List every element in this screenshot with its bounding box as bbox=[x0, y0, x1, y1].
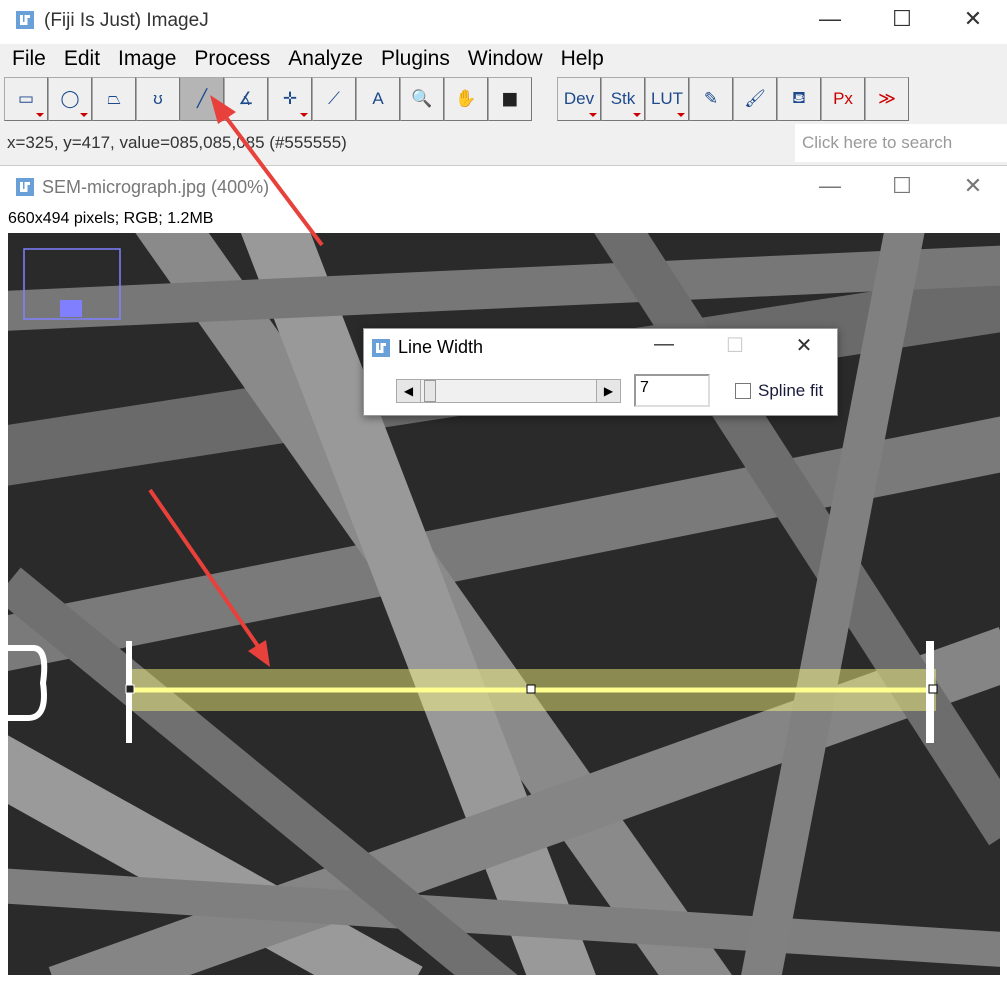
close-button[interactable]: ✕ bbox=[953, 6, 993, 32]
text-tool-icon: A bbox=[372, 89, 384, 108]
line-handle-middle[interactable] bbox=[526, 684, 536, 694]
fiji-logo-icon bbox=[16, 11, 34, 29]
slider-left-arrow-icon[interactable]: ◀ bbox=[397, 380, 421, 402]
more-tools-button[interactable]: ≫ bbox=[865, 77, 909, 121]
menu-plugins[interactable]: Plugins bbox=[372, 47, 459, 71]
oval-tool-button[interactable]: ◯ bbox=[48, 77, 92, 121]
menu-process[interactable]: Process bbox=[185, 47, 279, 71]
title-bar: (Fiji Is Just) ImageJ — ☐ ✕ bbox=[0, 0, 1007, 44]
spline-fit-label: Spline fit bbox=[758, 381, 824, 400]
image-info: 660x494 pixels; RGB; 1.2MB bbox=[8, 210, 214, 227]
hand-tool-button[interactable]: ✋ bbox=[444, 77, 488, 121]
freehand-tool-button[interactable]: ʊ bbox=[136, 77, 180, 121]
lut-menu-icon: LUT bbox=[650, 89, 684, 108]
multipoint-tool-button[interactable]: ✛ bbox=[268, 77, 312, 121]
menu-image[interactable]: Image bbox=[109, 47, 185, 71]
menu-window[interactable]: Window bbox=[459, 47, 552, 71]
color-picker-tool-icon: ■ bbox=[501, 83, 519, 114]
rectangle-tool-icon: ▭ bbox=[17, 89, 35, 108]
slider-thumb[interactable] bbox=[424, 380, 437, 402]
dialog-title: Line Width bbox=[398, 337, 484, 357]
angle-tool-icon: ∡ bbox=[238, 89, 254, 108]
hand-tool-icon: ✋ bbox=[455, 89, 477, 108]
pixel-inspector-tool-button[interactable]: Px bbox=[821, 77, 865, 121]
polygon-tool-button[interactable]: ⏢ bbox=[92, 77, 136, 121]
brush-tool-icon: 🖌 bbox=[744, 89, 766, 108]
menu-file[interactable]: File bbox=[3, 47, 55, 71]
maximize-button: ☐ bbox=[726, 335, 744, 357]
dev-menu-button[interactable]: Dev bbox=[557, 77, 601, 121]
line-tool-icon: ╱ bbox=[196, 89, 208, 108]
slider-right-arrow-icon[interactable]: ▶ bbox=[596, 380, 620, 402]
more-tools-icon: ≫ bbox=[878, 89, 896, 108]
fiji-logo-icon bbox=[16, 178, 34, 196]
dropdown-indicator-icon bbox=[80, 113, 88, 117]
menu-help[interactable]: Help bbox=[552, 47, 613, 71]
wand-tool-button[interactable]: ⟋ bbox=[312, 77, 356, 121]
image-window-title: SEM-micrograph.jpg (400%) bbox=[42, 177, 270, 197]
close-button[interactable]: ✕ bbox=[784, 333, 824, 358]
magnifier-tool-button[interactable]: 🔍 bbox=[400, 77, 444, 121]
dropdown-indicator-icon bbox=[300, 113, 308, 117]
stk-menu-icon: Stk bbox=[610, 89, 636, 108]
dropdown-indicator-icon bbox=[633, 113, 641, 117]
minimize-button[interactable]: — bbox=[644, 333, 684, 356]
lut-menu-button[interactable]: LUT bbox=[645, 77, 689, 121]
text-tool-button[interactable]: A bbox=[356, 77, 400, 121]
menu-bar: File Edit Image Process Analyze Plugins Window… bbox=[3, 47, 613, 71]
pixel-inspector-tool-icon: Px bbox=[833, 89, 853, 108]
pencil-tool-button[interactable]: ✎ bbox=[689, 77, 733, 121]
freehand-tool-icon: ʊ bbox=[153, 89, 163, 108]
pencil-tool-icon: ✎ bbox=[703, 89, 719, 108]
maximize-button[interactable]: ☐ bbox=[882, 6, 922, 32]
spline-fit-checkbox[interactable] bbox=[735, 383, 751, 399]
line-handle-end[interactable] bbox=[928, 684, 938, 694]
line-width-slider[interactable]: ◀ ▶ bbox=[396, 379, 621, 403]
minimize-button[interactable]: — bbox=[810, 6, 850, 32]
line-width-dialog: Line Width — ☐ ✕ ◀ ▶ 7 Spline fit bbox=[363, 328, 838, 416]
line-width-input[interactable]: 7 bbox=[634, 374, 710, 407]
tool-bar: ▭ ◯ ⏢ ʊ ╱ ∡ ✛ ⟋ A 🔍 ✋ ■ bbox=[4, 77, 532, 121]
polygon-tool-icon: ⏢ bbox=[107, 89, 121, 108]
stk-menu-button[interactable]: Stk bbox=[601, 77, 645, 121]
multipoint-tool-icon: ✛ bbox=[282, 89, 298, 108]
menu-edit[interactable]: Edit bbox=[55, 47, 109, 71]
dev-menu-icon: Dev bbox=[563, 89, 595, 108]
dropdown-indicator-icon bbox=[36, 113, 44, 117]
minimize-button[interactable]: — bbox=[810, 173, 850, 199]
brush-tool-button[interactable]: 🖌 bbox=[733, 77, 777, 121]
line-handle-start[interactable] bbox=[125, 684, 135, 694]
close-button[interactable]: ✕ bbox=[953, 173, 993, 199]
menu-analyze[interactable]: Analyze bbox=[279, 47, 372, 71]
line-tool-button[interactable]: ╱ bbox=[180, 77, 224, 121]
dropdown-indicator-icon bbox=[677, 113, 685, 117]
status-bar: x=325, y=417, value=085,085,085 (#555555… bbox=[7, 133, 347, 152]
imagej-main-window: (Fiji Is Just) ImageJ — ☐ ✕ File Edit Imag… bbox=[0, 0, 1007, 165]
search-input[interactable]: Click here to search bbox=[795, 124, 1007, 162]
rectangle-tool-button[interactable]: ▭ bbox=[4, 77, 48, 121]
maximize-button[interactable]: ☐ bbox=[882, 173, 922, 199]
tool-bar-extra: Dev Stk LUT ✎ 🖌 ⛾ Px ≫ bbox=[557, 77, 909, 121]
dropdown-indicator-icon bbox=[589, 113, 597, 117]
flood-fill-tool-icon: ⛾ bbox=[792, 88, 806, 107]
window-title: (Fiji Is Just) ImageJ bbox=[44, 10, 209, 31]
angle-tool-button[interactable]: ∡ bbox=[224, 77, 268, 121]
color-picker-tool-button[interactable]: ■ bbox=[488, 77, 532, 121]
flood-fill-tool-button[interactable]: ⛾ bbox=[777, 77, 821, 121]
magnifier-tool-icon: 🔍 bbox=[411, 89, 433, 108]
wand-tool-icon: ⟋ bbox=[328, 89, 340, 108]
fiji-logo-icon bbox=[372, 339, 390, 357]
oval-tool-icon: ◯ bbox=[60, 89, 80, 108]
